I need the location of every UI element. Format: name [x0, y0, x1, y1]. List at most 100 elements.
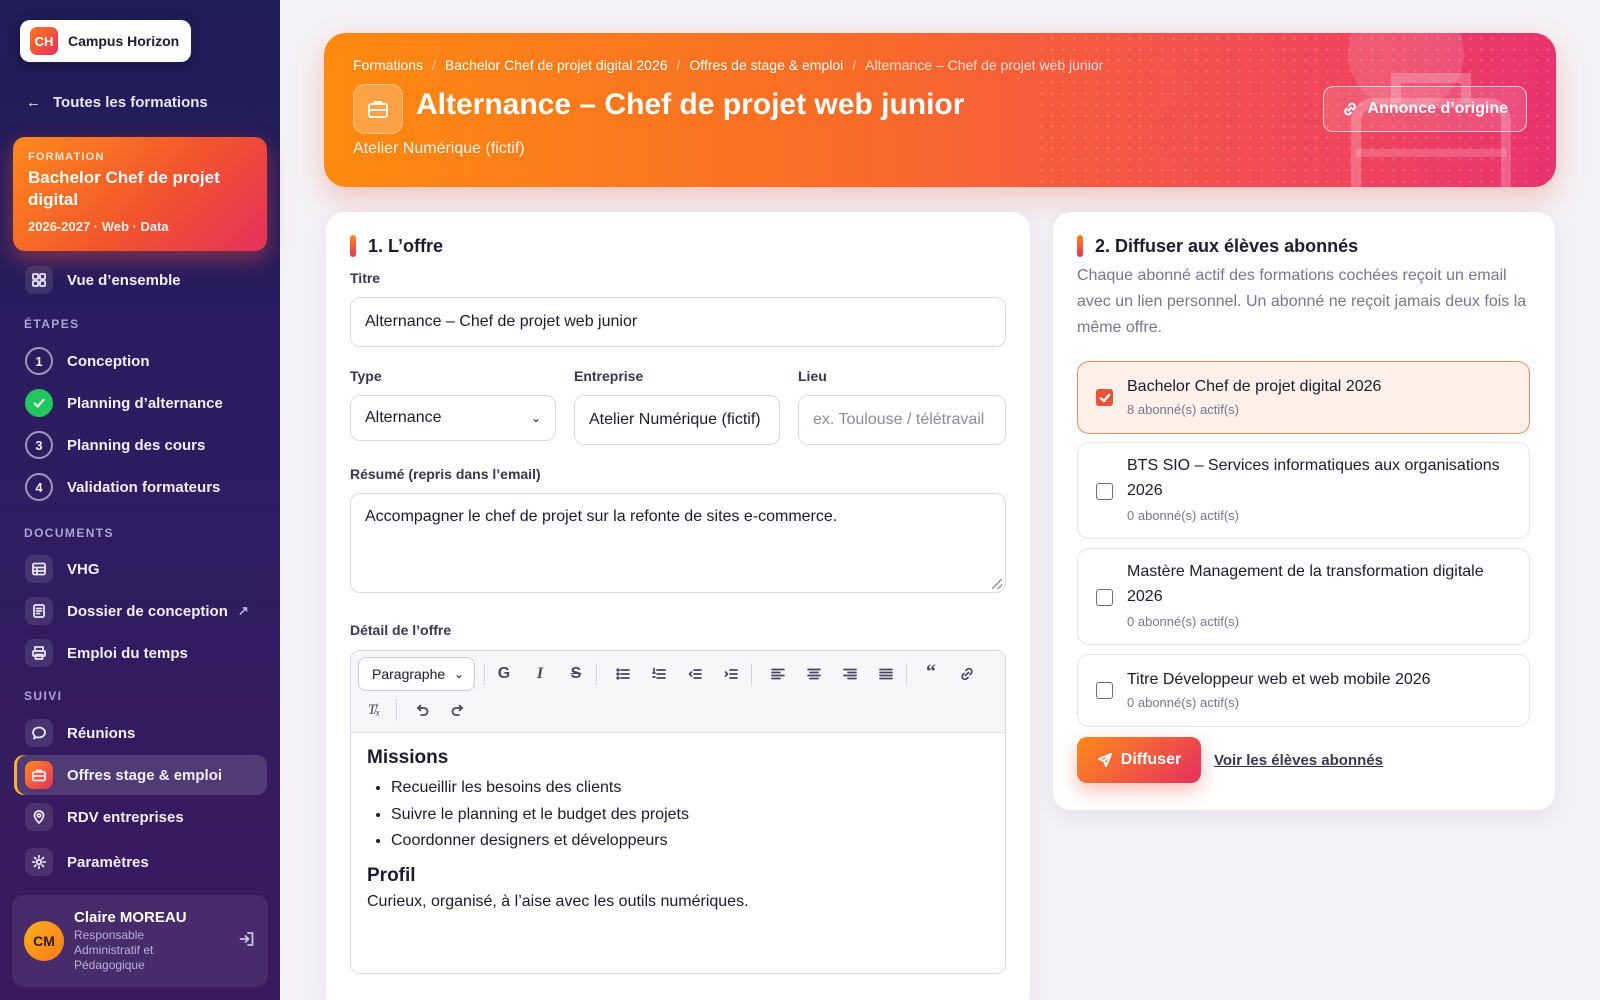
sidebar-item-emploi-du-temps[interactable]: Emploi du temps: [14, 633, 267, 673]
profile-heading: Profil: [367, 864, 416, 886]
clear-format-icon[interactable]: T̸ₓ: [360, 696, 388, 724]
bold-button[interactable]: G: [490, 660, 518, 688]
logout-icon[interactable]: [238, 930, 256, 953]
formation-option[interactable]: Titre Développeur web et web mobile 2026…: [1077, 654, 1530, 727]
offer-card: 1. L’offre Titre Alternance – Chef de pr…: [326, 212, 1030, 1000]
title-input-value: Alternance – Chef de projet web junior: [365, 313, 638, 330]
checkbox[interactable]: [1096, 589, 1113, 606]
check-icon: [1099, 393, 1110, 402]
brand-logo: CH: [30, 27, 58, 55]
italic-button[interactable]: I: [526, 660, 554, 688]
breadcrumb-item[interactable]: Offres de stage & emploi: [689, 57, 843, 73]
sidebar-item-label: Vue d’ensemble: [67, 271, 181, 289]
suivi-section-label: SUIVI: [24, 689, 63, 703]
link-icon[interactable]: [953, 660, 981, 688]
step-number: 3: [25, 431, 53, 459]
location-input[interactable]: ex. Toulouse / télétravail: [798, 395, 1006, 445]
redo-icon[interactable]: [444, 696, 472, 724]
formation-option-subscribers: 0 abonné(s) actif(s): [1127, 508, 1239, 523]
align-center-icon[interactable]: [800, 660, 828, 688]
sidebar-item-label: RDV entreprises: [67, 808, 184, 826]
undo-icon[interactable]: [408, 696, 436, 724]
formation-option[interactable]: BTS SIO – Services informatiques aux org…: [1077, 442, 1530, 539]
sidebar-item-reunions[interactable]: Réunions: [14, 713, 267, 753]
title-label: Titre: [350, 270, 381, 286]
formation-option-subscribers: 8 abonné(s) actif(s): [1127, 402, 1239, 417]
company-label: Entreprise: [574, 368, 644, 384]
formation-option-title: Titre Développeur web et web mobile 2026: [1127, 671, 1431, 688]
sidebar-item-vhg[interactable]: VHG: [14, 549, 267, 589]
formation-option-subscribers: 0 abonné(s) actif(s): [1127, 614, 1239, 629]
original-listing-button[interactable]: Annonce d’origine: [1322, 86, 1527, 132]
breadcrumb-item[interactable]: Bachelor Chef de projet digital 2026: [445, 57, 668, 73]
strikethrough-button[interactable]: S: [562, 660, 590, 688]
sidebar-item-step-2[interactable]: Planning d’alternance: [14, 383, 267, 423]
diffuse-button[interactable]: Diffuser: [1077, 737, 1201, 783]
brand-name: Campus Horizon: [68, 33, 180, 49]
toolbar-divider: [906, 663, 907, 685]
formation-option[interactable]: Mastère Management de la transformation …: [1077, 548, 1530, 645]
block-format-select[interactable]: Paragraphe ⌄: [358, 657, 475, 691]
checkbox-checked[interactable]: [1096, 389, 1113, 406]
company-input[interactable]: Atelier Numérique (fictif): [574, 395, 780, 445]
breadcrumb-separator: /: [676, 57, 681, 73]
sidebar-item-step-1[interactable]: 1 Conception: [14, 341, 267, 381]
sidebar-item-step-4[interactable]: 4 Validation formateurs: [14, 467, 267, 507]
checkbox[interactable]: [1096, 682, 1113, 699]
chevron-down-icon: ⌄: [530, 411, 541, 425]
blockquote-icon[interactable]: “: [917, 658, 945, 686]
back-to-formations-link[interactable]: ← Toutes les formations: [26, 94, 208, 111]
sidebar-item-offres[interactable]: Offres stage & emploi: [14, 755, 267, 795]
sidebar-item-label: Réunions: [67, 724, 136, 742]
sidebar-item-rdv[interactable]: RDV entreprises: [14, 797, 267, 837]
sidebar-item-label: Planning d’alternance: [67, 394, 223, 412]
bullet-list-icon[interactable]: [609, 660, 637, 688]
link-icon: [1343, 102, 1356, 116]
resize-handle[interactable]: [992, 579, 1002, 589]
outdent-icon[interactable]: [681, 660, 709, 688]
title-input[interactable]: Alternance – Chef de projet web junior: [350, 297, 1006, 347]
formation-option-title: BTS SIO – Services informatiques aux org…: [1127, 457, 1500, 499]
sidebar-item-label: Validation formateurs: [67, 478, 221, 496]
toolbar-divider: [751, 663, 752, 685]
toolbar-divider: [484, 663, 485, 685]
type-select[interactable]: Alternance ⌄: [350, 395, 556, 441]
brand[interactable]: CH Campus Horizon: [20, 20, 191, 62]
breadcrumb-item[interactable]: Formations: [353, 57, 423, 73]
formation-card[interactable]: FORMATION Bachelor Chef de projet digita…: [13, 137, 267, 251]
breadcrumb-separator: /: [432, 57, 436, 73]
view-subscribers-link[interactable]: Voir les élèves abonnés: [1214, 752, 1383, 769]
grid-icon: [25, 266, 53, 294]
sidebar-item-dossier-conception[interactable]: Dossier de conception ↗: [14, 591, 267, 631]
back-link-label: Toutes les formations: [53, 94, 208, 111]
company-input-value: Atelier Numérique (fictif): [589, 411, 761, 428]
check-icon: [25, 389, 53, 417]
avatar: CM: [24, 921, 64, 961]
briefcase-icon: [353, 84, 403, 134]
location-label: Lieu: [798, 368, 827, 384]
formation-eyebrow: FORMATION: [28, 151, 105, 163]
editor-content[interactable]: Missions Recueillir les besoins des clie…: [351, 733, 1005, 925]
summary-textarea[interactable]: Accompagner le chef de projet sur la ref…: [350, 493, 1006, 593]
checkbox[interactable]: [1096, 483, 1113, 500]
arrow-left-icon: ←: [26, 94, 41, 111]
formation-option[interactable]: Bachelor Chef de projet digital 2026 8 a…: [1077, 361, 1530, 434]
align-left-icon[interactable]: [764, 660, 792, 688]
sidebar-item-parametres[interactable]: Paramètres: [14, 842, 267, 882]
align-right-icon[interactable]: [836, 660, 864, 688]
sidebar-item-step-3[interactable]: 3 Planning des cours: [14, 425, 267, 465]
align-justify-icon[interactable]: [872, 660, 900, 688]
summary-textarea-value: Accompagner le chef de projet sur la ref…: [365, 508, 838, 525]
indent-icon[interactable]: [717, 660, 745, 688]
page-title: Alternance – Chef de projet web junior: [416, 88, 965, 121]
briefcase-icon: [25, 761, 53, 789]
diffuse-card: 2. Diffuser aux élèves abonnés Chaque ab…: [1053, 212, 1555, 810]
formation-option-title: Mastère Management de la transformation …: [1127, 563, 1484, 605]
sidebar-item-overview[interactable]: Vue d’ensemble: [14, 260, 267, 300]
numbered-list-icon[interactable]: [645, 660, 673, 688]
table-icon: [25, 555, 53, 583]
send-icon: [1097, 753, 1112, 767]
missions-list: Recueillir les besoins des clients Suivr…: [367, 775, 989, 855]
formation-option-subscribers: 0 abonné(s) actif(s): [1127, 695, 1239, 710]
printer-icon: [25, 639, 53, 667]
